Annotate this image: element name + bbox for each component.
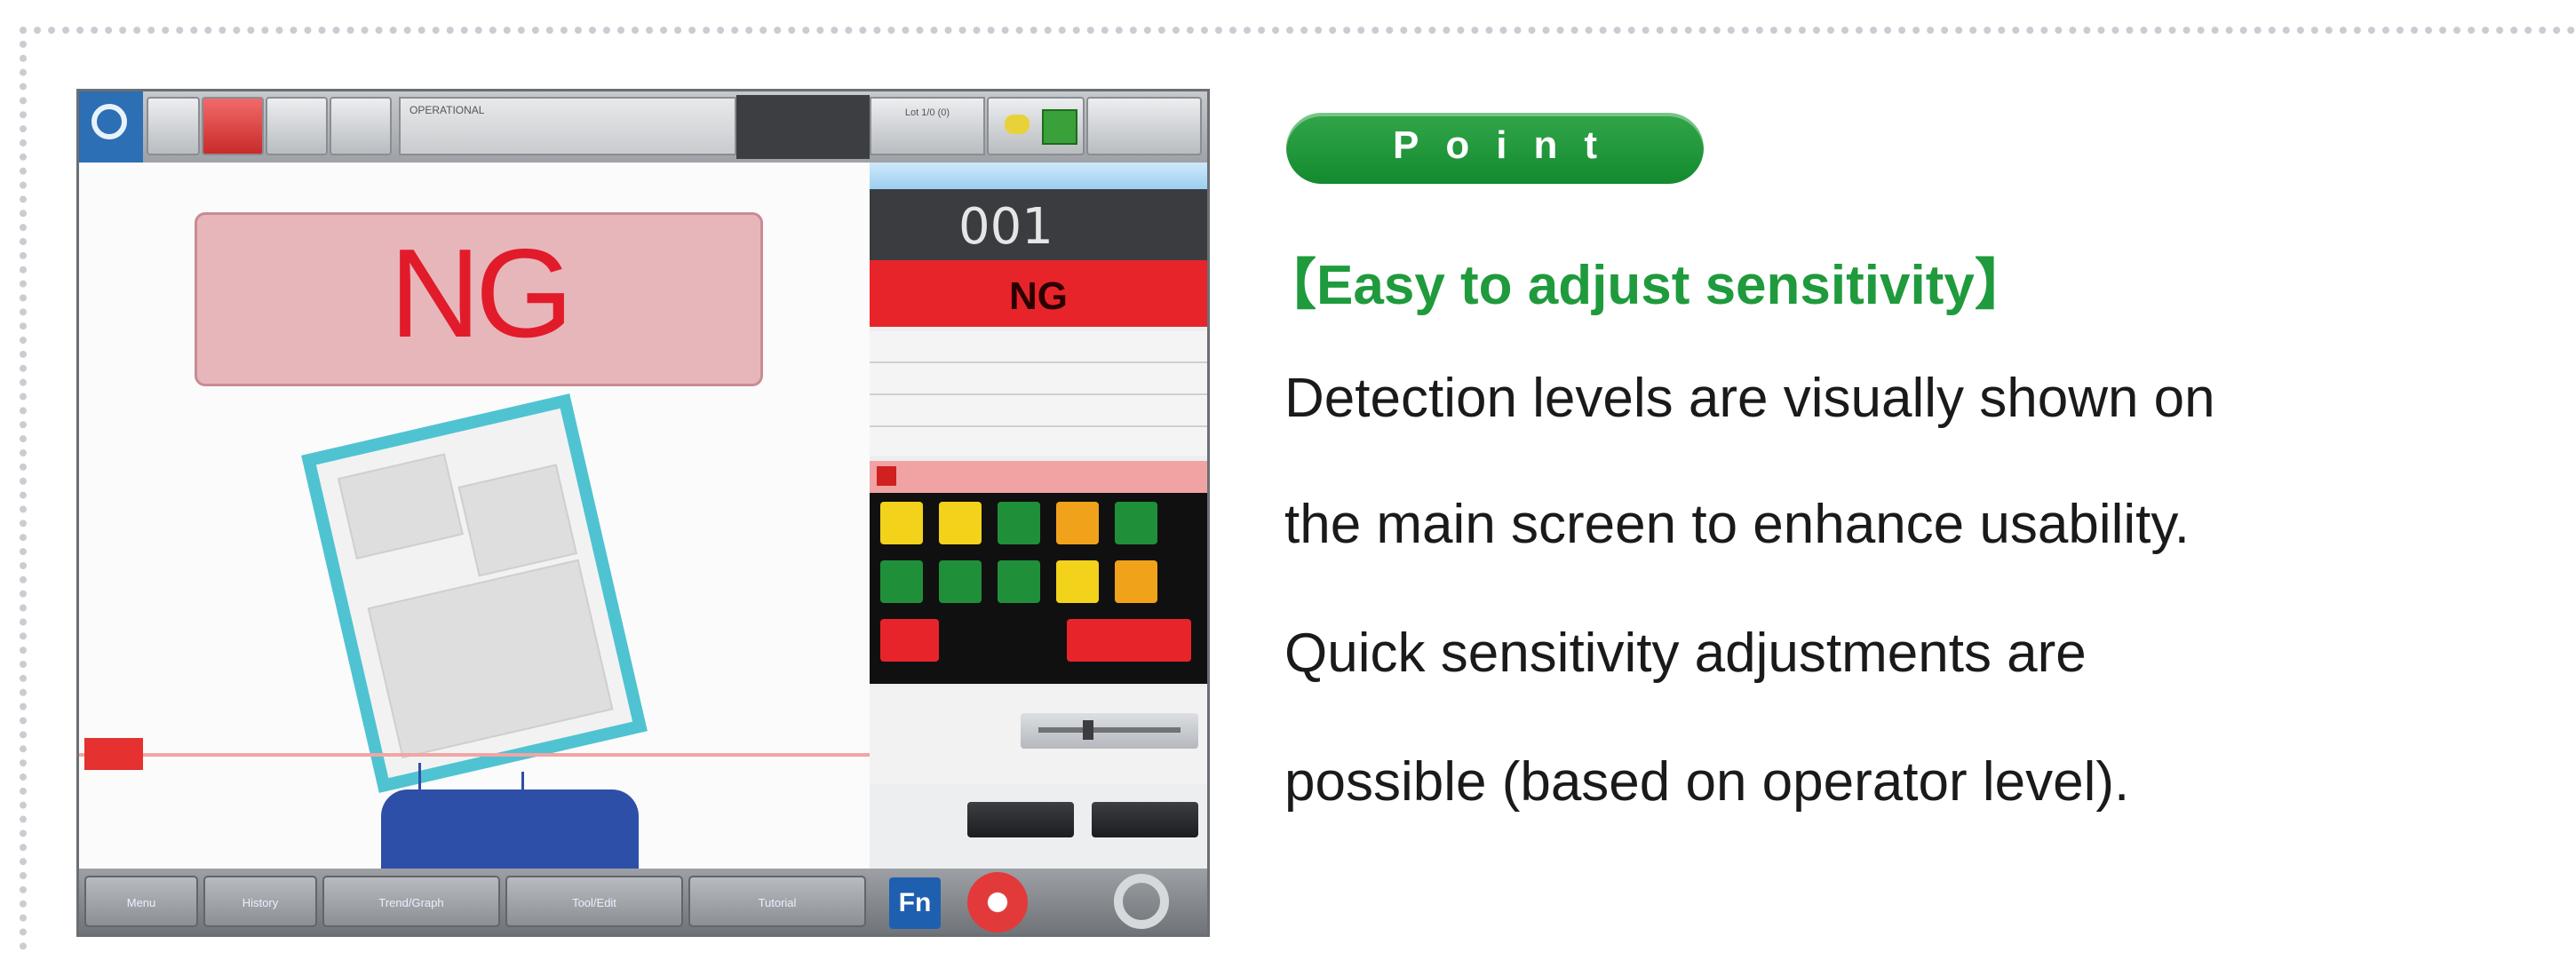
grid-cell[interactable] <box>1056 560 1099 603</box>
stop-button[interactable] <box>202 97 264 155</box>
section-heading: 【Easy to adjust sensitivity】 <box>1261 255 2030 316</box>
home-button[interactable] <box>79 91 143 163</box>
toolbar-button[interactable] <box>266 97 328 155</box>
toolbar-button[interactable] <box>330 97 392 155</box>
grid-cell[interactable] <box>880 619 939 662</box>
slider-track <box>1038 727 1181 733</box>
alarm-icon[interactable] <box>967 872 1028 932</box>
sensitivity-slider[interactable] <box>1021 713 1198 749</box>
detection-level-graph <box>381 790 639 869</box>
fn-label: Fn <box>898 888 932 917</box>
result-text: NG <box>389 223 574 364</box>
gear-icon[interactable] <box>1114 874 1169 929</box>
key-icon <box>1005 115 1030 134</box>
table-divider <box>870 361 1207 363</box>
fn-button[interactable]: Fn <box>889 877 941 929</box>
operation-status-label: OPERATIONAL <box>409 104 485 116</box>
result-banner: NG <box>195 212 763 386</box>
grid-cell[interactable] <box>998 560 1040 603</box>
folder-button[interactable] <box>147 97 200 155</box>
measurement-table <box>870 331 1207 456</box>
judgment-grid <box>870 493 1207 684</box>
ui-screenshot: OPERATIONAL Lot 1/0 (0) NG 001 NG Menu H… <box>76 89 1210 937</box>
grid-cell[interactable] <box>880 560 923 603</box>
grid-cell[interactable] <box>1067 619 1191 662</box>
menu-button-label: Menu <box>126 896 156 909</box>
detected-package <box>301 393 648 793</box>
threshold-marker[interactable] <box>84 738 143 770</box>
threshold-line <box>79 753 870 757</box>
history-button[interactable]: History <box>203 876 317 927</box>
alarm-row <box>870 461 1207 493</box>
alarm-indicator <box>877 466 896 486</box>
toolbar-button[interactable] <box>1086 97 1202 155</box>
package-label <box>367 559 614 759</box>
package-label <box>457 464 578 577</box>
grid-cell[interactable] <box>880 502 923 544</box>
channel-number: 001 <box>958 198 1053 256</box>
grid-cell[interactable] <box>1115 502 1157 544</box>
description-line-3: Quick sensitivity adjustments are <box>1284 623 2087 684</box>
ok-button[interactable] <box>967 802 1074 837</box>
grid-cell[interactable] <box>939 502 982 544</box>
tool-button-label: Tool/Edit <box>572 896 616 909</box>
trend-button[interactable]: Trend/Graph <box>322 876 500 927</box>
side-result-text: NG <box>1009 274 1068 318</box>
lock-icon <box>1042 109 1077 145</box>
table-divider <box>870 425 1207 427</box>
grid-cell[interactable] <box>1056 502 1099 544</box>
point-badge: Point <box>1286 113 1704 184</box>
slider-thumb[interactable] <box>1083 720 1093 740</box>
status-panel <box>736 95 870 159</box>
package-label <box>337 453 464 559</box>
bottom-toolbar: Menu History Trend/Graph Tool/Edit Tutor… <box>79 869 1207 934</box>
tool-button[interactable]: Tool/Edit <box>505 876 683 927</box>
cancel-button[interactable] <box>1092 802 1198 837</box>
history-button-label: History <box>242 896 279 909</box>
trend-button-label: Trend/Graph <box>378 896 444 909</box>
lot-counter-label: Lot 1/0 (0) <box>904 107 950 118</box>
tutorial-button-label: Tutorial <box>758 896 797 909</box>
grid-cell[interactable] <box>939 560 982 603</box>
top-toolbar: OPERATIONAL Lot 1/0 (0) <box>79 91 1207 163</box>
table-divider <box>870 393 1207 395</box>
tutorial-button[interactable]: Tutorial <box>688 876 866 927</box>
point-badge-label: Point <box>1393 123 1624 167</box>
description-line-4: possible (based on operator level). <box>1284 751 2130 813</box>
inspection-view: NG <box>79 163 870 869</box>
lot-counter: Lot 1/0 (0) <box>870 97 985 155</box>
description-line-1: Detection levels are visually shown on <box>1284 368 2215 429</box>
menu-button[interactable]: Menu <box>84 876 198 927</box>
grid-cell[interactable] <box>998 502 1040 544</box>
grid-cell[interactable] <box>1115 560 1157 603</box>
description-line-2: the main screen to enhance usability. <box>1284 494 2190 555</box>
key-lock-button[interactable] <box>987 97 1085 155</box>
operation-status: OPERATIONAL <box>399 97 736 155</box>
home-icon <box>91 104 127 139</box>
side-header <box>870 163 1207 189</box>
side-panel: 001 NG <box>870 163 1207 869</box>
peak-marker <box>418 763 421 790</box>
